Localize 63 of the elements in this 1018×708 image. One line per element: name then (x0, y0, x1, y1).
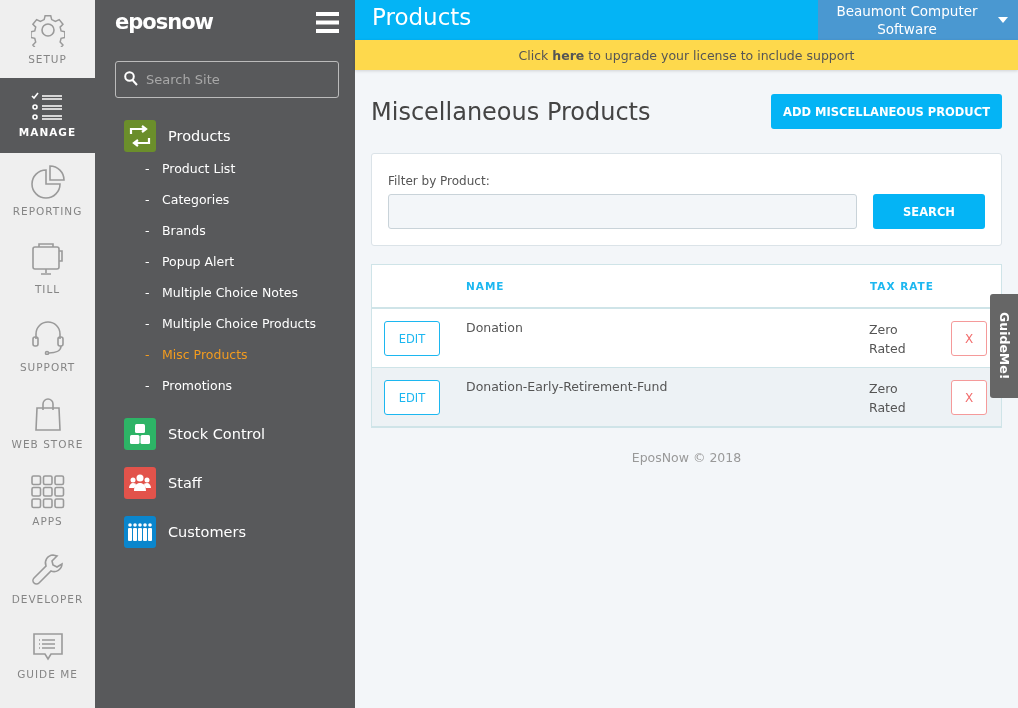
delete-button[interactable]: X (951, 321, 987, 356)
menu-item[interactable]: Multiple Choice Notes (162, 285, 299, 300)
dash-bullet: - (145, 192, 151, 207)
menu-group[interactable]: Customers (168, 524, 246, 540)
page-header-title: Products (371, 3, 473, 32)
upgrade-notice: Click here to upgrade your license to include support (518, 47, 855, 63)
headset-icon (30, 319, 65, 356)
till-icon (30, 242, 65, 277)
filter-label: Filter by Product: (388, 174, 491, 188)
account-dropdown[interactable]: Beaumont Computer Software (818, 0, 1018, 40)
nav-tab[interactable]: REPORTING (0, 152, 95, 230)
dash-bullet: - (145, 347, 151, 362)
edit-button[interactable]: EDIT (384, 321, 440, 356)
page-title: Miscellaneous Products (371, 97, 651, 126)
wrench-icon (30, 552, 65, 587)
help-side-tab[interactable]: GuideMe! (990, 294, 1018, 398)
nav-tab[interactable]: DEVELOPER (0, 540, 95, 618)
dash-bullet: - (145, 161, 151, 176)
product-name: Donation (466, 320, 523, 335)
menu-group[interactable]: Products (168, 128, 231, 144)
chat-icon (31, 632, 64, 663)
dash-bullet: - (145, 223, 151, 238)
menu-item[interactable]: Promotions (162, 378, 233, 393)
brand-logo: eposnow (115, 10, 213, 34)
add-product-button[interactable]: ADD MISCELLANEOUS PRODUCT (771, 94, 1002, 129)
dash-bullet: - (145, 254, 151, 269)
menu-item[interactable]: Misc Products (162, 347, 248, 362)
checklist-icon (30, 92, 65, 120)
caret-icon (998, 17, 1008, 23)
dash-bullet: - (145, 316, 151, 331)
menu-group[interactable]: Staff (168, 475, 202, 491)
nav-tab[interactable]: SETUP (0, 0, 95, 78)
search-icon (124, 71, 138, 86)
dash-bullet: - (145, 378, 151, 393)
menu-item[interactable]: Multiple Choice Products (162, 316, 316, 331)
menu-item[interactable]: Popup Alert (162, 254, 235, 269)
search-field[interactable]: Search Site (115, 61, 339, 98)
gear-icon (30, 12, 65, 47)
menu-item[interactable]: Categories (162, 192, 230, 207)
menu-item[interactable]: Brands (162, 223, 206, 238)
search-button[interactable]: SEARCH (873, 194, 985, 229)
nav-tab[interactable]: WEB STORE (0, 385, 95, 463)
menu-group[interactable]: Stock Control (168, 426, 266, 442)
grid-icon (30, 475, 65, 510)
filter-input-field[interactable] (388, 194, 857, 229)
menu-item[interactable]: Product List (162, 161, 236, 176)
menu-icon[interactable] (316, 11, 339, 33)
bag-icon (33, 397, 62, 432)
nav-tab[interactable]: SUPPORT (0, 307, 95, 385)
product-name: Donation-Early-Retirement-Fund (466, 379, 668, 394)
nav-tab[interactable]: APPS (0, 462, 95, 540)
pie-icon (30, 165, 65, 200)
footer-copyright: EposNow © 2018 (630, 450, 743, 465)
column-header: NAME (454, 265, 869, 308)
nav-tab[interactable]: GUIDE ME (0, 617, 95, 695)
nav-tab[interactable]: TILL (0, 230, 95, 308)
column-header: TAX RATE (869, 265, 951, 308)
nav-tab[interactable]: MANAGE (0, 77, 95, 153)
edit-button[interactable]: EDIT (384, 380, 440, 415)
tax-rate: Zero Rated (869, 321, 907, 358)
delete-button[interactable]: X (951, 380, 987, 415)
dash-bullet: - (145, 285, 151, 300)
tax-rate: Zero Rated (869, 380, 907, 417)
